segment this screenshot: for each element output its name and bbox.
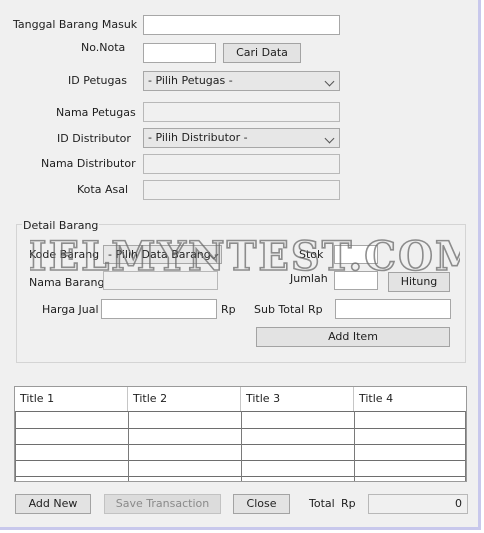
column-header[interactable]: Title 3 bbox=[241, 387, 354, 411]
harga-currency-label: Rp bbox=[221, 303, 236, 316]
sub-total-input[interactable] bbox=[336, 300, 450, 318]
kota-asal-label: Kota Asal bbox=[77, 183, 128, 196]
nama-petugas-label: Nama Petugas bbox=[56, 106, 136, 119]
sub-total-currency-label: Rp bbox=[308, 303, 323, 316]
column-divider bbox=[241, 411, 242, 481]
nama-petugas-field bbox=[143, 102, 340, 122]
window-frame: Tanggal Barang Masuk No.Nota Cari Data I… bbox=[0, 0, 481, 530]
column-header[interactable]: Title 4 bbox=[354, 387, 466, 411]
tanggal-input[interactable] bbox=[144, 16, 339, 34]
id-petugas-label: ID Petugas bbox=[68, 74, 127, 87]
nama-distributor-label: Nama Distributor bbox=[41, 157, 136, 170]
watermark-text: HELMYNTEST.COM bbox=[30, 233, 460, 280]
petugas-select[interactable]: - Pilih Petugas - bbox=[143, 71, 340, 91]
close-button[interactable]: Close bbox=[233, 494, 290, 514]
column-header[interactable]: Title 1 bbox=[15, 387, 128, 411]
sub-total-field[interactable] bbox=[335, 299, 451, 319]
cari-data-button[interactable]: Cari Data bbox=[223, 43, 301, 63]
table-header: Title 1 Title 2 Title 3 Title 4 bbox=[15, 387, 466, 411]
column-header[interactable]: Title 2 bbox=[128, 387, 241, 411]
petugas-select-value: - Pilih Petugas - bbox=[148, 74, 233, 87]
column-divider bbox=[128, 411, 129, 481]
harga-jual-input[interactable] bbox=[102, 300, 216, 318]
tanggal-field[interactable] bbox=[143, 15, 340, 35]
items-table[interactable]: Title 1 Title 2 Title 3 Title 4 bbox=[14, 386, 467, 482]
total-currency-label: Rp bbox=[341, 497, 356, 510]
id-distributor-label: ID Distributor bbox=[57, 132, 131, 145]
watermark: HELMYNTEST.COM bbox=[30, 232, 460, 281]
column-divider bbox=[465, 411, 466, 481]
distributor-select[interactable]: - Pilih Distributor - bbox=[143, 128, 340, 148]
harga-jual-label: Harga Jual bbox=[42, 303, 99, 316]
kota-asal-field bbox=[143, 180, 340, 200]
nota-input[interactable] bbox=[144, 44, 215, 62]
chevron-down-icon bbox=[324, 76, 335, 87]
tanggal-label: Tanggal Barang Masuk bbox=[13, 18, 138, 31]
distributor-select-value: - Pilih Distributor - bbox=[148, 131, 248, 144]
add-new-button[interactable]: Add New bbox=[15, 494, 91, 514]
total-field: 0 bbox=[368, 494, 468, 514]
total-label: Total bbox=[309, 497, 335, 510]
nota-field[interactable] bbox=[143, 43, 216, 63]
column-divider bbox=[354, 411, 355, 481]
nama-distributor-field bbox=[143, 154, 340, 174]
chevron-down-icon bbox=[324, 133, 335, 144]
save-transaction-button[interactable]: Save Transaction bbox=[104, 494, 221, 514]
harga-jual-field[interactable] bbox=[101, 299, 217, 319]
column-divider bbox=[15, 411, 16, 481]
sub-total-label: Sub Total bbox=[254, 303, 305, 316]
nota-label: No.Nota bbox=[81, 41, 126, 54]
add-item-button[interactable]: Add Item bbox=[256, 327, 450, 347]
